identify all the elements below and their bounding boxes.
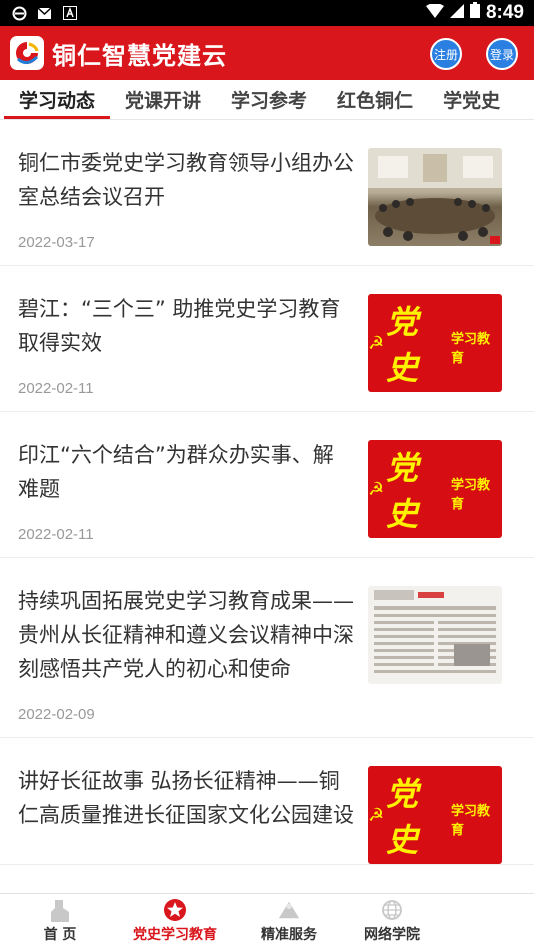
article-item[interactable]: 持续巩固拓展党史学习教育成果——贵州从长征精神和遵义会议精神中深刻感悟共产党人的… [0, 558, 534, 738]
nav-precision-service-label: 精准服务 [261, 927, 317, 943]
status-bar: 8:49 [0, 0, 534, 26]
clock-time: 8:49 [485, 2, 524, 23]
nav-party-history-education[interactable]: 党史学习教育 [120, 894, 230, 950]
nav-home[interactable]: 首 页 [0, 894, 120, 950]
login-button[interactable]: 登录 [486, 38, 518, 70]
article-title: 碧江：“三个三” 助推党史学习教育取得实效 [18, 297, 341, 355]
article-title: 持续巩固拓展党史学习教育成果——贵州从长征精神和遵义会议精神中深刻感悟共产党人的… [18, 589, 354, 681]
globe-icon [380, 898, 404, 922]
hammer-sickle-icon: ☭ [368, 804, 385, 826]
app-logo-icon [10, 36, 44, 70]
hammer-sickle-icon: ☭ [368, 478, 385, 500]
party-history-thumbnail: ☭ 党史 学习教育 [368, 294, 502, 392]
signal-icon [449, 2, 464, 24]
thumbnail-main-text: 党史 [386, 775, 419, 859]
article-item[interactable]: 印江“六个结合”为群众办实事、解难题 2022-02-11 ☭ 党史 学习教育 [0, 412, 534, 558]
thumbnail-main-text: 党史 [386, 449, 419, 533]
article-date: 2022-02-11 [18, 380, 94, 397]
article-date: 2022-02-11 [18, 526, 94, 543]
nav-online-academy-label: 网络学院 [364, 927, 420, 943]
category-tabs: 学习动态 党课开讲 学习参考 红色铜仁 学党史 [0, 80, 534, 120]
sync-icon [12, 6, 27, 21]
battery-icon [469, 2, 480, 24]
nav-home-label: 首 页 [43, 927, 77, 943]
hammer-sickle-icon: ☭ [368, 332, 385, 354]
article-title: 印江“六个结合”为群众办实事、解难题 [18, 443, 334, 501]
party-history-thumbnail: ☭ 党史 学习教育 [368, 440, 502, 538]
service-icon [277, 898, 301, 922]
thumbnail-main-text: 党史 [386, 303, 419, 387]
tab-study-reference[interactable]: 学习参考 [216, 80, 322, 119]
tab-party-history[interactable]: 学党史 [428, 80, 515, 119]
nav-online-academy[interactable]: 网络学院 [348, 894, 436, 950]
party-history-thumbnail: ☭ 党史 学习教育 [368, 766, 502, 864]
tab-red-tongren[interactable]: 红色铜仁 [322, 80, 428, 119]
tab-study-news[interactable]: 学习动态 [4, 80, 111, 119]
article-date: 2022-03-17 [18, 234, 95, 251]
mail-icon [37, 6, 52, 21]
nav-party-history-education-label: 党史学习教育 [133, 927, 217, 943]
text-icon [62, 6, 77, 21]
tab-party-lecture[interactable]: 党课开讲 [110, 80, 216, 119]
thumbnail-sub-text: 学习教育 [450, 804, 490, 838]
article-item[interactable]: 碧江：“三个三” 助推党史学习教育取得实效 2022-02-11 ☭ 党史 学习… [0, 266, 534, 412]
app-title: 铜仁智慧党建云 [52, 41, 227, 70]
article-item[interactable]: 铜仁市委党史学习教育领导小组办公室总结会议召开 2022-03-17 [0, 120, 534, 266]
article-item[interactable]: 讲好长征故事 弘扬长征精神——铜仁高质量推进长征国家文化公园建设 ☭ 党史 学习… [0, 738, 534, 865]
register-button[interactable]: 注册 [430, 38, 462, 70]
meeting-photo-thumbnail [368, 148, 502, 246]
bottom-navigation: 首 页 党史学习教育 精准服务 网络学院 [0, 893, 534, 950]
star-badge-icon [163, 898, 187, 922]
app-bar: 铜仁智慧党建云 注册 登录 [0, 26, 534, 80]
article-title: 讲好长征故事 弘扬长征精神——铜仁高质量推进长征国家文化公园建设 [18, 769, 354, 827]
article-title: 铜仁市委党史学习教育领导小组办公室总结会议召开 [18, 151, 354, 209]
article-date: 2022-02-09 [18, 706, 95, 723]
home-icon [48, 898, 72, 922]
nav-precision-service[interactable]: 精准服务 [230, 894, 348, 950]
wifi-icon [425, 2, 444, 24]
article-list: 铜仁市委党史学习教育领导小组办公室总结会议召开 2022-03-17 碧江：“三… [0, 120, 534, 897]
thumbnail-sub-text: 学习教育 [450, 478, 490, 512]
newspaper-thumbnail [368, 586, 502, 684]
thumbnail-sub-text: 学习教育 [450, 332, 490, 366]
